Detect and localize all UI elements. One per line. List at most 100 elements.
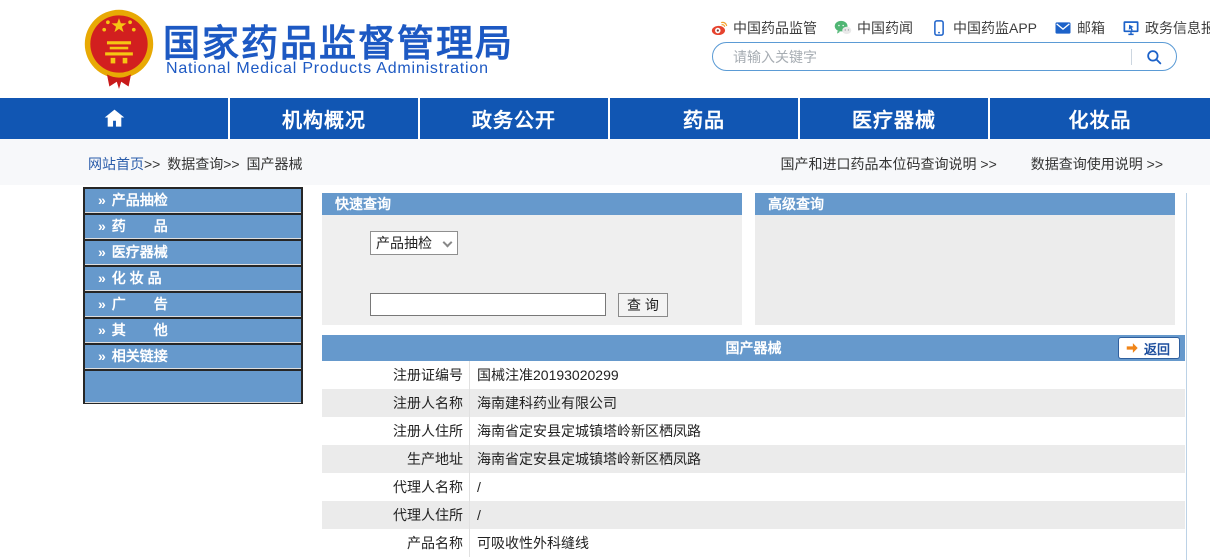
double-chevron-icon: » (98, 192, 106, 208)
row-label: 注册人名称 (322, 389, 470, 417)
breadcrumb-current: 国产器械 (247, 156, 303, 172)
content-right-border (1186, 193, 1187, 560)
sidebar-item-label: 药 品 (112, 218, 168, 234)
data-query-help-link[interactable]: 数据查询使用说明 >> (1031, 154, 1163, 174)
search-button[interactable] (1132, 43, 1176, 70)
nav-item-org[interactable]: 机构概况 (228, 98, 418, 139)
breadcrumb-bar: 网站首页>> 数据查询>> 国产器械 国产和进口药品本位码查询说明 >> 数据查… (0, 139, 1210, 185)
table-row: 注册人名称 海南建科药业有限公司 (322, 389, 1185, 417)
row-value: / (470, 501, 1185, 529)
table-row: 生产地址 海南省定安县定城镇塔岭新区栖凤路 (322, 445, 1185, 473)
row-value: 可吸收性外科缝线 (470, 529, 1185, 557)
mail-link[interactable]: 邮箱 (1054, 18, 1105, 38)
row-value: 海南省定安县定城镇塔岭新区栖凤路 (470, 417, 1185, 445)
wechat-icon (834, 19, 852, 37)
quick-query-search-button[interactable]: 查 询 (618, 293, 668, 317)
sidebar-item-label: 化 妆 品 (112, 270, 162, 286)
site-title: 国家药品监督管理局 (163, 13, 514, 67)
home-icon (103, 107, 126, 130)
monitor-icon (1122, 19, 1140, 37)
wechat-link[interactable]: 中国药闻 (834, 18, 913, 38)
sidebar-item-medical-devices[interactable]: »医疗器械 (85, 241, 301, 264)
header: 国家药品监督管理局 National Medical Products Admi… (0, 0, 1210, 98)
site-search (712, 42, 1177, 71)
back-button[interactable]: 返回 (1118, 337, 1180, 359)
mail-icon (1054, 19, 1072, 37)
site-search-input[interactable] (713, 49, 1131, 65)
table-row: 代理人名称 / (322, 473, 1185, 501)
breadcrumb-data-query-link[interactable]: 数据查询 (167, 156, 223, 172)
breadcrumb-separator: >> (223, 156, 239, 172)
app-link[interactable]: 中国药监APP (930, 18, 1037, 38)
table-row: 代理人住所 / (322, 501, 1185, 529)
double-chevron-icon: » (98, 296, 106, 312)
nav-item-gov-affairs[interactable]: 政务公开 (418, 98, 608, 139)
row-label: 生产地址 (322, 445, 470, 473)
result-table-title: 国产器械 (322, 335, 1185, 361)
table-row: 产品名称 可吸收性外科缝线 (322, 529, 1185, 557)
site-subtitle: National Medical Products Administration (166, 60, 489, 78)
nav-item-drugs[interactable]: 药品 (608, 98, 798, 139)
row-label: 产品名称 (322, 529, 470, 557)
category-select[interactable]: 产品抽检 (370, 231, 458, 255)
row-label: 注册人住所 (322, 417, 470, 445)
quick-query-keyword-input[interactable] (370, 293, 606, 316)
row-label: 代理人住所 (322, 501, 470, 529)
result-table: 国产器械 返回 注册证编号 国械注准20193020299 注册人名称 海南建科… (322, 335, 1185, 557)
gov-report-link-label: 政务信息报送 (1145, 18, 1210, 38)
advanced-query-panel: 高级查询 (755, 193, 1175, 325)
page: 国家药品监督管理局 National Medical Products Admi… (0, 0, 1210, 560)
double-chevron-icon: » (98, 218, 106, 234)
double-chevron-icon: » (98, 244, 106, 260)
back-button-label: 返回 (1144, 339, 1170, 358)
quick-query-title: 快速查询 (322, 193, 742, 215)
phone-icon (930, 19, 948, 37)
advanced-query-title: 高级查询 (755, 193, 1175, 215)
breadcrumb-separator: >> (144, 156, 160, 172)
sidebar-item-drugs[interactable]: » 药 品 (85, 215, 301, 238)
nav-item-medical-devices[interactable]: 医疗器械 (798, 98, 988, 139)
sidebar-item-advertising[interactable]: » 广 告 (85, 293, 301, 316)
sidebar-item-other[interactable]: » 其 他 (85, 319, 301, 342)
row-value: 海南省定安县定城镇塔岭新区栖凤路 (470, 445, 1185, 473)
sidebar-item-label: 广 告 (112, 296, 168, 312)
weibo-icon (710, 19, 728, 37)
weibo-link[interactable]: 中国药品监管 (710, 18, 817, 38)
main-nav: 机构概况 政务公开 药品 医疗器械 化妆品 (0, 98, 1210, 139)
breadcrumb-home-link[interactable]: 网站首页 (88, 156, 144, 172)
row-label: 代理人名称 (322, 473, 470, 501)
nav-home[interactable] (0, 98, 228, 139)
row-value: / (470, 473, 1185, 501)
sidebar-item-product-sampling[interactable]: » 产品抽检 (85, 189, 301, 212)
sidebar-item-label: 相关链接 (112, 348, 168, 364)
row-label: 注册证编号 (322, 361, 470, 389)
advanced-query-body (755, 215, 1175, 325)
quick-query-body: 产品抽检 查 询 (322, 215, 742, 325)
double-chevron-icon: » (98, 348, 106, 364)
arrow-right-icon (1125, 341, 1139, 355)
sidebar: » 产品抽检 » 药 品 »医疗器械 » 化 妆 品 » 广 告 » 其 他 » 相关链接 (83, 187, 303, 404)
sidebar-spacer (85, 371, 301, 402)
category-select-wrap: 产品抽检 (370, 231, 458, 255)
header-quick-links: 中国药品监管 中国药闻 中国药监APP (710, 17, 1180, 39)
sidebar-item-label: 其 他 (112, 322, 168, 338)
sidebar-item-cosmetics[interactable]: » 化 妆 品 (85, 267, 301, 290)
gov-report-link[interactable]: 政务信息报送 (1122, 18, 1210, 38)
national-emblem-logo[interactable] (82, 7, 156, 93)
double-chevron-icon: » (98, 322, 106, 338)
help-links: 国产和进口药品本位码查询说明 >> 数据查询使用说明 >> (781, 154, 1164, 174)
sidebar-item-related-links[interactable]: » 相关链接 (85, 345, 301, 368)
quick-query-panel: 快速查询 产品抽检 查 询 (322, 193, 742, 325)
barcode-query-help-link[interactable]: 国产和进口药品本位码查询说明 >> (781, 154, 997, 174)
sidebar-item-label: 产品抽检 (112, 192, 168, 208)
search-icon (1145, 48, 1163, 66)
wechat-link-label: 中国药闻 (857, 18, 913, 38)
national-emblem-icon (82, 7, 156, 92)
breadcrumb: 网站首页>> 数据查询>> 国产器械 (88, 154, 303, 174)
weibo-link-label: 中国药品监管 (733, 18, 817, 38)
mail-link-label: 邮箱 (1077, 18, 1105, 38)
row-value: 海南建科药业有限公司 (470, 389, 1185, 417)
nav-item-cosmetics[interactable]: 化妆品 (988, 98, 1210, 139)
result-table-header: 国产器械 返回 (322, 335, 1185, 361)
double-chevron-icon: » (98, 270, 106, 286)
